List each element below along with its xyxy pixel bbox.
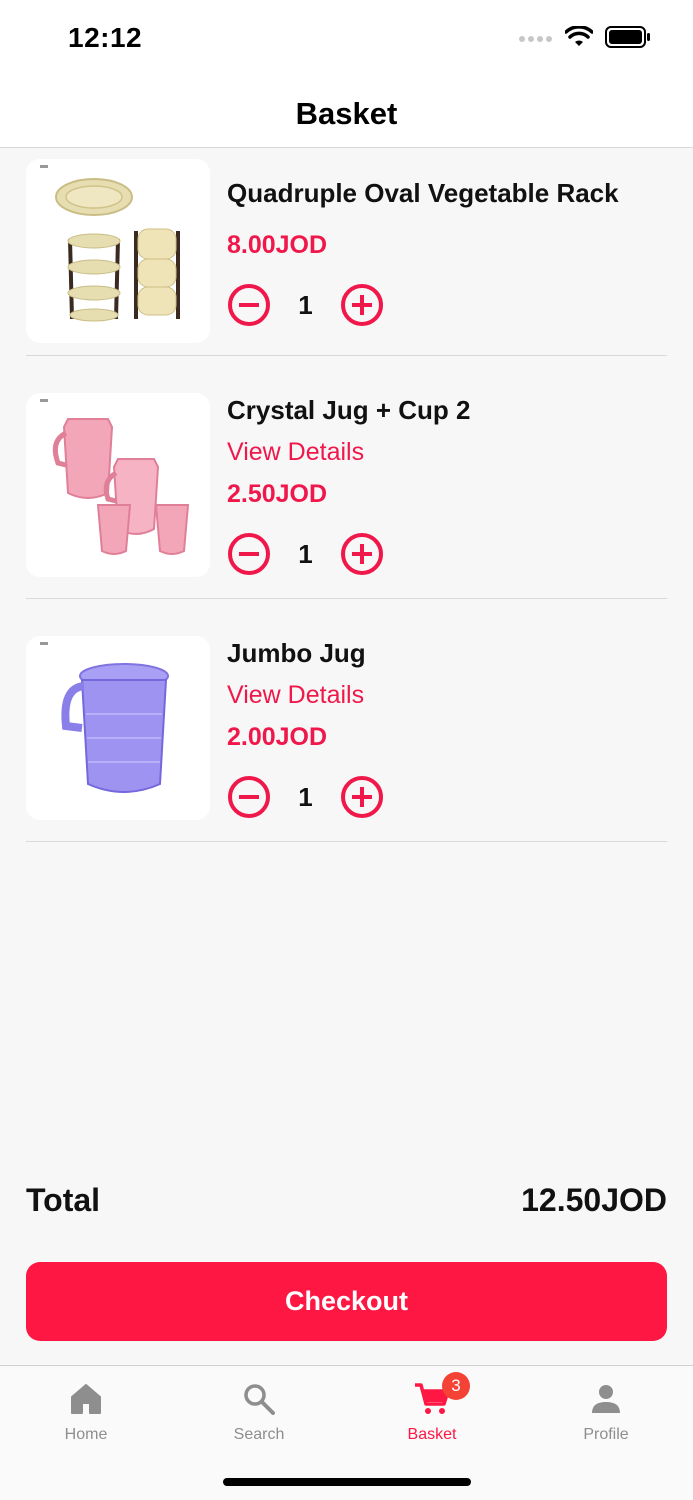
minus-circle-icon xyxy=(228,533,270,575)
nav-header: Basket xyxy=(0,80,693,148)
quantity-value: 1 xyxy=(298,289,313,320)
home-indicator xyxy=(223,1478,471,1486)
item-divider xyxy=(26,840,667,842)
tab-label: Home xyxy=(64,1426,108,1443)
increase-quantity-button[interactable] xyxy=(340,775,384,819)
plus-circle-icon xyxy=(341,533,383,575)
product-image[interactable] xyxy=(26,159,210,343)
increase-quantity-button[interactable] xyxy=(340,283,384,327)
tab-basket[interactable]: 3 Basket xyxy=(372,1372,492,1444)
basket-item: Crystal Jug + Cup 2 View Details 2.50JOD… xyxy=(0,356,693,599)
tab-label: Profile xyxy=(583,1426,629,1443)
search-icon xyxy=(244,1384,275,1415)
decrease-quantity-button[interactable] xyxy=(227,775,271,819)
view-details-link[interactable]: View Details xyxy=(227,679,384,711)
product-image[interactable] xyxy=(26,393,210,577)
quantity-value: 1 xyxy=(298,781,313,812)
status-time: 12:12 xyxy=(68,22,143,53)
product-price: 2.00JOD xyxy=(227,723,328,751)
basket-list: Quadruple Oval Vegetable Rack 8.00JOD 1 xyxy=(0,148,693,842)
jumbo-jug-image xyxy=(40,642,169,793)
item-info: Jumbo Jug View Details 2.00JOD 1 xyxy=(227,637,384,819)
decrease-quantity-button[interactable] xyxy=(227,532,271,576)
minus-circle-icon xyxy=(228,776,270,818)
status-bar: 12:12 xyxy=(0,0,693,80)
decrease-quantity-button[interactable] xyxy=(227,283,271,327)
status-icons xyxy=(519,26,651,48)
cart-badge: 3 xyxy=(442,1372,470,1400)
total-row: Total 12.50JOD xyxy=(26,1182,667,1219)
product-price: 2.50JOD xyxy=(227,480,328,508)
person-icon xyxy=(592,1385,620,1413)
tab-label: Search xyxy=(233,1426,285,1443)
crystal-jug-image xyxy=(40,399,190,555)
battery-icon xyxy=(605,26,650,48)
page-title: Basket xyxy=(295,95,398,131)
increase-quantity-button[interactable] xyxy=(340,532,384,576)
product-name[interactable]: Jumbo Jug xyxy=(227,637,384,669)
checkout-button[interactable]: Checkout xyxy=(26,1262,667,1341)
plus-circle-icon xyxy=(341,284,383,326)
basket-item: Jumbo Jug View Details 2.00JOD 1 xyxy=(0,599,693,842)
vegetable-rack-image xyxy=(40,165,180,322)
item-info: Quadruple Oval Vegetable Rack 8.00JOD 1 xyxy=(227,177,619,327)
wifi-icon xyxy=(565,26,593,46)
total-label: Total xyxy=(26,1182,101,1218)
tab-profile[interactable]: Profile xyxy=(546,1376,666,1444)
tab-label: Basket xyxy=(407,1426,457,1443)
quantity-value: 1 xyxy=(298,538,313,569)
checkout-label: Checkout xyxy=(284,1286,409,1316)
total-value: 12.50JOD xyxy=(521,1182,667,1218)
cellular-signal-icon xyxy=(519,36,552,42)
product-name[interactable]: Quadruple Oval Vegetable Rack xyxy=(227,177,619,209)
quantity-stepper: 1 xyxy=(227,532,470,576)
product-price: 8.00JOD xyxy=(227,231,328,259)
tab-bar: Home Search 3 Basket Profile xyxy=(0,1365,693,1500)
plus-circle-icon xyxy=(341,776,383,818)
tab-home[interactable]: Home xyxy=(26,1376,146,1444)
basket-item: Quadruple Oval Vegetable Rack 8.00JOD 1 xyxy=(0,148,693,356)
quantity-stepper: 1 xyxy=(227,775,384,819)
item-info: Crystal Jug + Cup 2 View Details 2.50JOD… xyxy=(227,394,470,576)
home-icon xyxy=(71,1384,101,1414)
tab-search[interactable]: Search xyxy=(199,1376,319,1444)
product-image[interactable] xyxy=(26,636,210,820)
view-details-link[interactable]: View Details xyxy=(227,436,470,468)
minus-circle-icon xyxy=(228,284,270,326)
product-name[interactable]: Crystal Jug + Cup 2 xyxy=(227,394,470,426)
quantity-stepper: 1 xyxy=(227,283,619,327)
